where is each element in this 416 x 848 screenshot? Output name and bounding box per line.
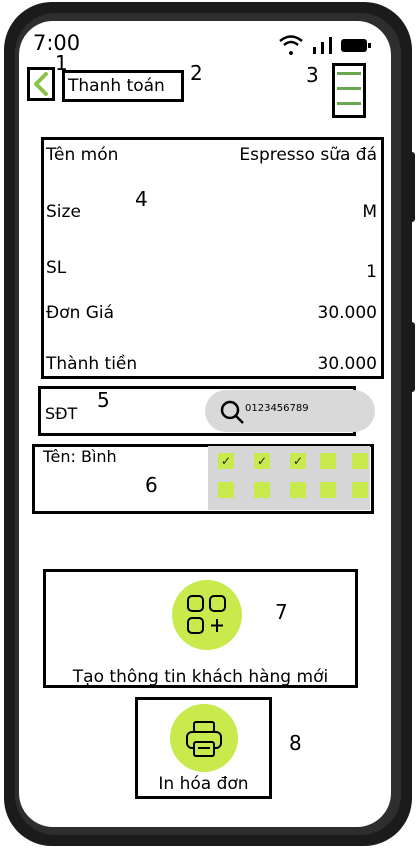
order-value-unit-price: 30.000	[317, 303, 377, 323]
new-customer-label: Tạo thông tin khách hàng mới	[72, 667, 329, 687]
add-apps-icon	[187, 595, 226, 634]
stamp-empty-7	[254, 482, 270, 498]
order-label-quantity: SL	[46, 258, 67, 278]
back-button[interactable]	[27, 67, 55, 101]
print-invoice-button[interactable]: In hóa đơn	[135, 697, 272, 799]
annotation-2: 2	[190, 61, 203, 85]
order-label-unit-price: Đơn Giá	[46, 303, 115, 323]
stamp-empty-9	[320, 482, 336, 498]
stamp-empty-6	[218, 482, 234, 498]
customer-name: Tên: Bình	[43, 447, 117, 466]
new-customer-icon-circle	[172, 580, 242, 650]
stamp-checked-2: ✓	[254, 453, 270, 469]
page-title-box: Thanh toán	[62, 70, 184, 102]
order-value-total: 30.000	[317, 354, 377, 374]
new-customer-button[interactable]: Tạo thông tin khách hàng mới	[43, 569, 358, 688]
printer-icon	[186, 721, 222, 757]
battery-icon	[341, 39, 371, 52]
phone-search-input[interactable]: 0123456789	[205, 390, 375, 432]
phone-search-value: 0123456789	[245, 403, 309, 414]
annotation-7: 7	[275, 600, 288, 624]
stamp-checked-1: ✓	[218, 453, 234, 469]
screen: 7:00 1 Thanh toán 2 3 Tên món Espresso s…	[19, 21, 391, 827]
phone-label: SĐT	[45, 404, 78, 423]
menu-button[interactable]	[332, 63, 366, 118]
volume-down-button	[409, 322, 415, 392]
hamburger-menu-icon	[337, 72, 361, 105]
wifi-signal-battery-icons	[279, 35, 371, 55]
signal-icon	[313, 37, 332, 54]
print-invoice-label: In hóa đơn	[158, 774, 249, 794]
order-value-quantity: 1	[366, 262, 377, 282]
order-label-size: Size	[46, 202, 81, 222]
annotation-8: 8	[289, 731, 302, 755]
stamp-empty-8	[290, 482, 306, 498]
annotation-3: 3	[306, 63, 319, 87]
wifi-icon	[279, 35, 303, 55]
status-icons	[277, 33, 377, 59]
order-value-size: M	[362, 202, 377, 222]
order-value-item: Espresso sữa đá	[239, 145, 377, 165]
print-icon-circle	[170, 704, 238, 772]
order-details: Tên món Espresso sữa đá Size M SL 1 Đơn …	[41, 137, 384, 379]
page-title: Thanh toán	[68, 76, 165, 96]
loyalty-stamp-card: ✓ ✓ ✓	[208, 446, 370, 510]
annotation-5: 5	[97, 388, 110, 412]
stamp-empty-5	[352, 453, 368, 469]
annotation-4: 4	[135, 187, 148, 211]
volume-up-button	[409, 152, 415, 222]
annotation-6: 6	[145, 473, 158, 497]
chevron-left-icon	[34, 72, 48, 96]
order-label-item: Tên món	[46, 145, 119, 165]
order-label-total: Thành tiền	[46, 354, 138, 374]
stamp-checked-3: ✓	[290, 453, 306, 469]
search-icon	[220, 400, 244, 424]
stamp-empty-4	[320, 453, 336, 469]
stamp-empty-10	[352, 482, 368, 498]
